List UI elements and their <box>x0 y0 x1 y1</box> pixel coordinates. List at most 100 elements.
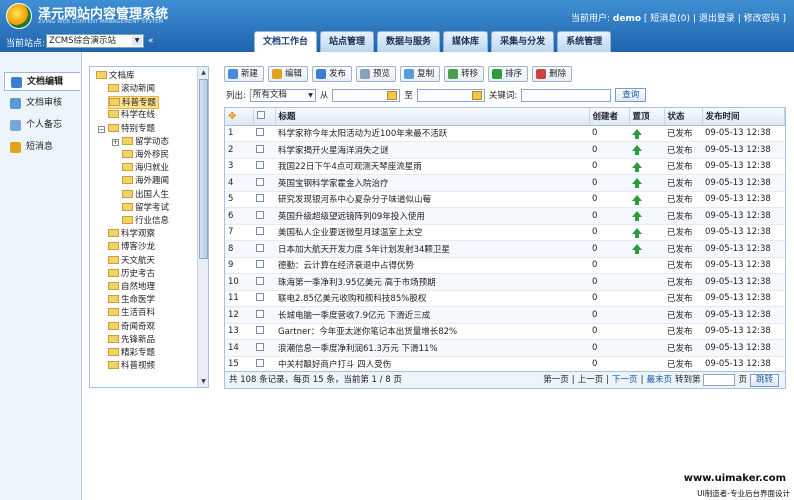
scroll-thumb[interactable] <box>199 79 208 259</box>
tree-node[interactable]: 历史考古 <box>108 268 155 281</box>
scroll-down-icon[interactable]: ▼ <box>199 377 208 386</box>
row-checkbox[interactable] <box>256 293 264 302</box>
tree-node[interactable]: 海外移民 <box>122 149 169 162</box>
tree-node[interactable]: 特别专题 <box>108 123 155 136</box>
toolbar-button-5[interactable]: 转移 <box>444 66 485 82</box>
table-row[interactable]: 15 中关村酿好商户打斗 四人受伤 0 已发布 09-05-13 12:38 <box>225 356 785 373</box>
toolbar-button-2[interactable]: 发布 <box>312 66 353 82</box>
column-header[interactable]: 置顶 <box>629 108 665 126</box>
nav-tab-0[interactable]: 文档工作台 <box>254 31 318 52</box>
row-checkbox[interactable] <box>256 326 264 335</box>
tree-node[interactable]: 博客沙龙 <box>108 241 155 254</box>
row-checkbox[interactable] <box>256 194 264 203</box>
first-page-link[interactable]: 第一页 <box>543 372 569 388</box>
change-password-link[interactable]: 修改密码 ] <box>744 14 786 24</box>
site-select[interactable]: ZCMS综合演示站 ▼ <box>46 34 144 48</box>
sidebar-item-0[interactable]: 文档编辑 <box>4 72 80 91</box>
tree-node[interactable]: 奇闻奇观 <box>108 321 155 334</box>
logout-link[interactable]: 退出登录 <box>699 14 735 24</box>
table-row[interactable]: 5 研究发现银河系中心夏杂分子味道似山莓 0 已发布 09-05-13 12:38 <box>225 191 785 208</box>
collapse-left-icon[interactable]: « <box>148 36 154 46</box>
column-header[interactable]: 标题 <box>275 108 590 126</box>
jump-button[interactable]: 跳转 <box>749 373 779 387</box>
table-row[interactable]: 1 科学家称今年太阳活动为近100年来最不活跃 0 已发布 09-05-13 12:38 <box>225 125 785 142</box>
last-page-link[interactable]: 最末页 <box>646 372 672 388</box>
row-checkbox[interactable] <box>256 227 264 236</box>
calendar-icon[interactable] <box>471 90 482 100</box>
table-row[interactable]: 6 英国升级超级望远镜阵列09年投入使用 0 已发布 09-05-13 12:38 <box>225 207 785 225</box>
row-checkbox[interactable] <box>256 243 264 252</box>
tree-node[interactable]: 天文航天 <box>108 255 155 268</box>
column-header[interactable]: ✥ <box>225 108 254 126</box>
table-row[interactable]: 9 德勤：云计算在经济衰退中占得优势 0 已发布 09-05-13 12:38 <box>225 257 785 274</box>
calendar-icon[interactable] <box>387 90 398 100</box>
table-row[interactable]: 7 美国私人企业要送微型月球温室上太空 0 已发布 09-05-13 12:38 <box>225 224 785 241</box>
tree-node[interactable]: 科普视频 <box>108 360 155 373</box>
start-date-input[interactable] <box>332 88 401 102</box>
tree-node[interactable]: 生命医学 <box>108 294 155 307</box>
table-row[interactable]: 12 长城电脑一季度营收7.9亿元 下滑近三成 0 已发布 09-05-13 12:38 <box>225 306 785 324</box>
nav-tab-4[interactable]: 采集与分发 <box>491 31 555 52</box>
sidebar-item-2[interactable]: 个人备忘 <box>4 116 80 135</box>
tree-node[interactable]: 科学观察 <box>108 228 155 241</box>
row-checkbox[interactable] <box>256 342 264 351</box>
column-header[interactable]: 状态 <box>664 108 703 126</box>
tree-node[interactable]: 留学动态 <box>122 136 169 149</box>
table-row[interactable]: 14 浪潮信息一季度净利润61.3万元 下滑11% 0 已发布 09-05-13 12:… <box>225 339 785 357</box>
nav-tab-1[interactable]: 站点管理 <box>320 31 375 52</box>
tree-node[interactable]: 自然地理 <box>108 281 155 294</box>
nav-tab-2[interactable]: 数据与服务 <box>377 31 441 52</box>
tree-node[interactable]: 出国人生 <box>122 189 169 202</box>
row-checkbox[interactable] <box>256 161 264 170</box>
column-header[interactable]: 创建者 <box>589 108 630 126</box>
tree-node[interactable]: 留学考试 <box>122 202 169 215</box>
messages-link[interactable]: [ 短消息(0) <box>644 14 690 24</box>
toolbar-button-6[interactable]: 排序 <box>488 66 529 82</box>
tree-toggle-icon[interactable]: + <box>112 138 119 146</box>
tree-node[interactable]: 海外趣闻 <box>122 175 169 188</box>
list-select[interactable]: 所有文档 ▼ <box>249 88 316 102</box>
toolbar-button-0[interactable]: 新建 <box>224 66 265 82</box>
tree-node[interactable]: 科普专题 <box>108 96 160 110</box>
tree-scrollbar[interactable]: ▲ ▼ <box>197 67 208 387</box>
row-checkbox[interactable] <box>256 177 264 186</box>
table-row[interactable]: 13 Gartner：今年亚太迷你笔记本出货量增长82% 0 已发布 09-05-13 … <box>225 323 785 340</box>
scroll-up-icon[interactable]: ▲ <box>199 68 208 77</box>
table-row[interactable]: 10 珠海第一季净利3.95亿美元 高于市场预期 0 已发布 09-05-13 12:3… <box>225 273 785 291</box>
tree-node[interactable]: 精彩专题 <box>108 347 155 360</box>
column-header[interactable]: 发布时间 <box>702 108 785 126</box>
tree-node[interactable]: 生活百科 <box>108 307 155 320</box>
tree-root[interactable]: 文档库 <box>96 70 135 83</box>
row-checkbox[interactable] <box>256 210 264 219</box>
row-checkbox[interactable] <box>256 260 264 269</box>
nav-tab-3[interactable]: 媒体库 <box>443 31 489 52</box>
tree-node[interactable]: 滚动新闻 <box>108 83 155 96</box>
row-checkbox[interactable] <box>256 309 264 318</box>
select-all-checkbox[interactable] <box>256 111 265 120</box>
tree-node[interactable]: 海归就业 <box>122 162 169 175</box>
toolbar-button-7[interactable]: 删除 <box>532 66 573 82</box>
sidebar-item-3[interactable]: 短消息 <box>4 138 80 157</box>
table-row[interactable]: 8 日本加大航天开发力度 5年计划发射34颗卫星 0 已发布 09-05-13 12:3… <box>225 240 785 258</box>
query-button[interactable]: 查询 <box>615 88 647 102</box>
table-row[interactable]: 11 联电2.85亿美元收购和舰科技85%股权 0 已发布 09-05-13 12:38 <box>225 290 785 307</box>
table-row[interactable]: 4 英国宝钢科学家霍金入院治疗 0 已发布 09-05-13 12:38 <box>225 174 785 192</box>
keyword-input[interactable] <box>521 88 612 102</box>
row-checkbox[interactable] <box>256 276 264 285</box>
table-row[interactable]: 3 我国22日下午4点可观测天琴座流星雨 0 已发布 09-05-13 12:38 <box>225 158 785 175</box>
tree-toggle-icon[interactable]: − <box>98 125 105 133</box>
toolbar-button-4[interactable]: 复制 <box>400 66 441 82</box>
row-checkbox[interactable] <box>256 144 264 153</box>
move-icon[interactable]: ✥ <box>228 111 236 122</box>
row-checkbox[interactable] <box>256 128 264 137</box>
next-page-link[interactable]: 下一页 <box>612 372 638 388</box>
column-header[interactable] <box>253 108 276 126</box>
prev-page-link[interactable]: 上一页 <box>578 372 604 388</box>
tree-node[interactable]: 科学在线 <box>108 109 155 122</box>
row-checkbox[interactable] <box>256 359 264 368</box>
sidebar-item-1[interactable]: 文档审核 <box>4 94 80 113</box>
page-number-input[interactable] <box>703 374 736 386</box>
toolbar-button-3[interactable]: 预览 <box>356 66 397 82</box>
tree-node[interactable]: 先锋新品 <box>108 334 155 347</box>
nav-tab-5[interactable]: 系统管理 <box>557 31 612 52</box>
